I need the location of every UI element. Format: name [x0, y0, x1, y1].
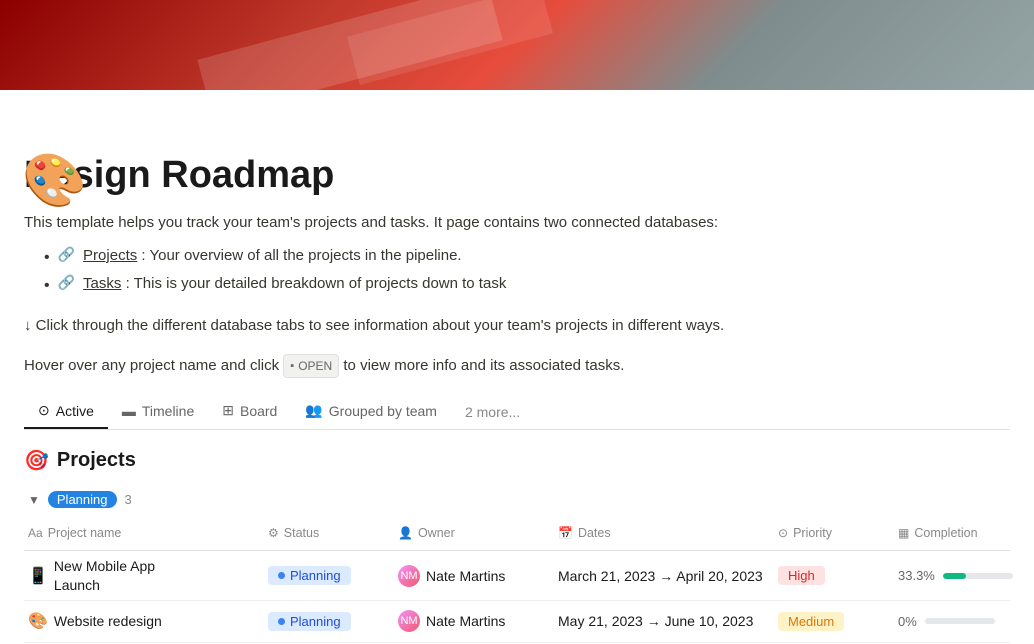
projects-text: : Your overview of all the projects in t…	[141, 247, 461, 264]
th-status-icon: ⚙	[268, 526, 279, 540]
projects-link[interactable]: Projects	[83, 247, 137, 264]
open-badge-icon: ▪	[290, 357, 294, 376]
th-owner-label: Owner	[418, 526, 455, 540]
status-label-1: Planning	[290, 568, 341, 583]
th-dates-icon: 📅	[558, 526, 573, 540]
project-name-2: Website redesign	[54, 613, 162, 629]
tasks-link[interactable]: Tasks	[83, 275, 121, 292]
section-header: 🎯 Projects	[24, 448, 1010, 473]
project-emoji-1: 📱	[28, 566, 48, 586]
group-header[interactable]: ▼ Planning 3	[24, 483, 1010, 516]
page-title: Design Roadmap	[24, 154, 1010, 197]
th-completion-label: Completion	[914, 526, 977, 540]
th-priority-label: Priority	[793, 526, 832, 540]
cell-owner-1: NM Nate Martins	[394, 559, 554, 593]
section-title-text: Projects	[57, 449, 136, 472]
open-badge: ▪ OPEN	[283, 354, 339, 378]
project-emoji-2: 🎨	[28, 611, 48, 631]
progress-bar-bg-2	[925, 618, 995, 624]
progress-bar-bg-1	[943, 573, 1013, 579]
priority-badge-2: Medium	[778, 612, 844, 631]
page-icon: 🎨	[22, 150, 87, 211]
tab-timeline-label: Timeline	[142, 403, 194, 419]
tabs-bar: ⊙ Active ▬ Timeline ⊞ Board 👥 Grouped by…	[24, 394, 1010, 430]
group-count: 3	[125, 492, 132, 507]
avatar-1: NM	[398, 565, 420, 587]
group-badge: Planning	[48, 491, 117, 508]
cell-owner-2: NM Nate Martins	[394, 604, 554, 638]
th-priority-icon: ⊙	[778, 526, 788, 540]
owner-name-1: Nate Martins	[426, 568, 505, 584]
tab-board-icon: ⊞	[222, 402, 234, 419]
tab-timeline[interactable]: ▬ Timeline	[108, 395, 208, 429]
status-label-2: Planning	[290, 614, 341, 629]
completion-pct-1: 33.3%	[898, 568, 935, 583]
th-completion: ▦ Completion	[894, 522, 1034, 544]
th-status-label: Status	[284, 526, 319, 540]
cell-completion-1: 33.3%	[894, 562, 1034, 589]
cell-project-1: 📱 New Mobile AppLaunch	[24, 551, 264, 599]
section-icon: 🎯	[24, 448, 49, 473]
table-row[interactable]: 🎨 Website redesign Planning NM Nate Mart…	[24, 601, 1010, 643]
list-item: 🔗 Projects : Your overview of all the pr…	[44, 243, 1010, 271]
cell-status-1: Planning	[264, 560, 394, 591]
th-dates-label: Dates	[578, 526, 611, 540]
table-row[interactable]: 📱 New Mobile AppLaunch Planning NM Nate …	[24, 551, 1010, 600]
instruction-line1: ↓ Click through the different database t…	[24, 313, 1010, 339]
instruction-line2: Hover over any project name and click ▪ …	[24, 353, 1010, 379]
cell-priority-1: High	[774, 560, 894, 591]
instruction-pre: Hover over any project name and click	[24, 357, 279, 374]
project-name-1: New Mobile AppLaunch	[54, 557, 155, 593]
cell-dates-2: May 21, 2023 → June 10, 2023	[554, 607, 774, 635]
progress-bar-fill-1	[943, 573, 966, 579]
status-dot-1	[278, 572, 285, 579]
completion-pct-2: 0%	[898, 614, 917, 629]
th-priority: ⊙ Priority	[774, 522, 894, 544]
th-owner: 👤 Owner	[394, 522, 554, 544]
page-banner	[0, 0, 1034, 90]
tab-grouped-label: Grouped by team	[329, 403, 437, 419]
list-item: 🔗 Tasks : This is your detailed breakdow…	[44, 271, 1010, 299]
th-project-icon: Aa	[28, 526, 43, 540]
tasks-text: : This is your detailed breakdown of pro…	[126, 275, 507, 292]
owner-name-2: Nate Martins	[426, 613, 505, 629]
priority-badge-1: High	[778, 566, 825, 585]
avatar-2: NM	[398, 610, 420, 632]
instruction-post: to view more info and its associated tas…	[343, 357, 624, 374]
tab-timeline-icon: ▬	[122, 403, 136, 419]
cell-completion-2: 0%	[894, 608, 1034, 635]
page-description: This template helps you track your team'…	[24, 211, 1010, 235]
th-status: ⚙ Status	[264, 522, 394, 544]
projects-inline-icon: 🔗	[58, 243, 75, 267]
th-project: Aa Project name	[24, 522, 264, 544]
cell-priority-2: Medium	[774, 606, 894, 637]
tab-active-label: Active	[56, 403, 94, 419]
bullet-list: 🔗 Projects : Your overview of all the pr…	[44, 243, 1010, 299]
status-badge-1: Planning	[268, 566, 351, 585]
cell-project-2: 🎨 Website redesign	[24, 605, 264, 637]
table-header: Aa Project name ⚙ Status 👤 Owner 📅 Dates…	[24, 516, 1010, 551]
tab-more[interactable]: 2 more...	[451, 396, 534, 428]
open-badge-label: OPEN	[298, 356, 332, 376]
dates-value-1: March 21, 2023 → April 20, 2023	[558, 568, 763, 584]
th-completion-icon: ▦	[898, 526, 909, 540]
dates-value-2: May 21, 2023 → June 10, 2023	[558, 613, 753, 629]
tab-board-label: Board	[240, 403, 277, 419]
status-dot-2	[278, 618, 285, 625]
cell-status-2: Planning	[264, 606, 394, 637]
tab-board[interactable]: ⊞ Board	[208, 394, 291, 429]
tab-active[interactable]: ⊙ Active	[24, 394, 108, 429]
status-badge-2: Planning	[268, 612, 351, 631]
tab-active-icon: ⊙	[38, 402, 50, 419]
th-dates: 📅 Dates	[554, 522, 774, 544]
tab-grouped-icon: 👥	[305, 402, 322, 419]
tasks-inline-icon: 🔗	[58, 271, 75, 295]
th-project-label: Project name	[48, 526, 122, 540]
cell-dates-1: March 21, 2023 → April 20, 2023	[554, 562, 774, 590]
th-owner-icon: 👤	[398, 526, 413, 540]
tab-grouped[interactable]: 👥 Grouped by team	[291, 394, 451, 429]
group-chevron-icon: ▼	[28, 493, 40, 507]
